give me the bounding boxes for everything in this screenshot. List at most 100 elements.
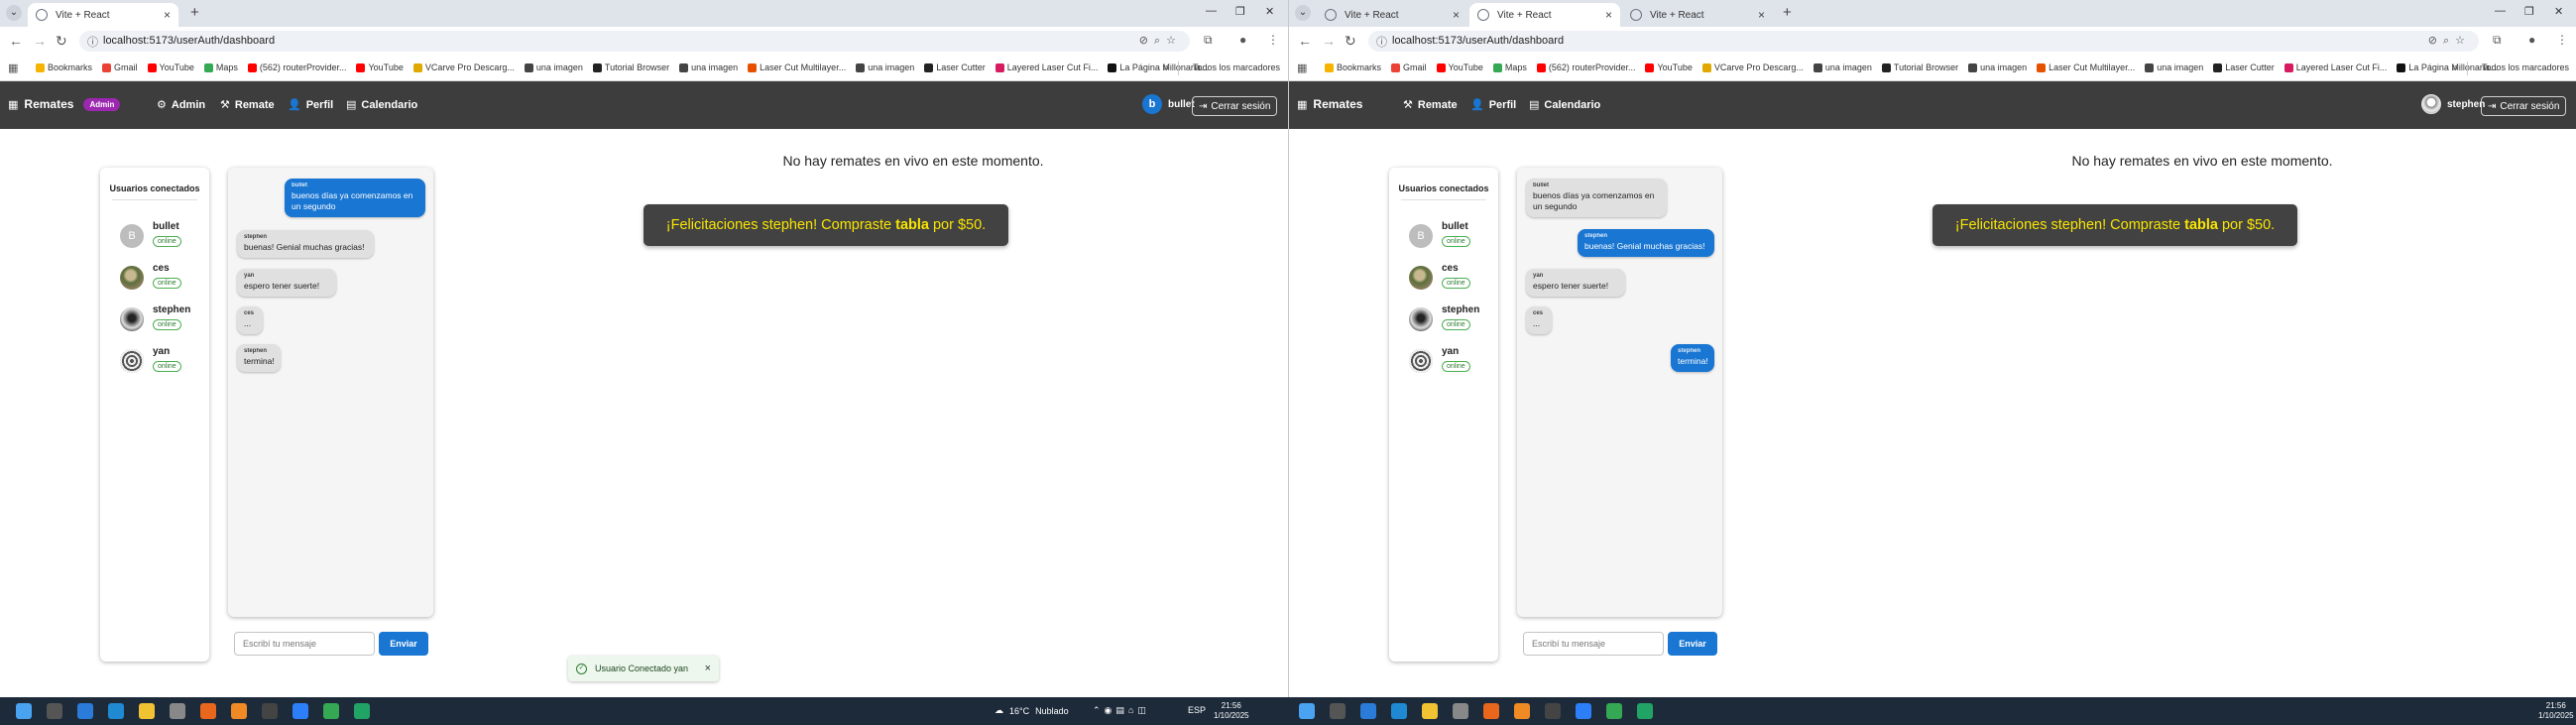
bookmark-item[interactable]: Layered Laser Cut Fi... — [995, 62, 1098, 72]
user-chip[interactable]: b bullet — [1142, 94, 1195, 114]
new-tab-icon[interactable]: + — [1783, 5, 1792, 21]
address-bar[interactable]: ⓘ localhost:5173/userAuth/dashboard ⊘⌕☆ — [1368, 31, 2479, 52]
close-icon[interactable]: × — [1453, 8, 1460, 22]
bookmark-item[interactable]: Gmail — [102, 62, 138, 72]
firefox-icon[interactable] — [200, 703, 216, 719]
bookmark-item[interactable]: una imagen — [1968, 62, 2027, 72]
logout-button[interactable]: ⇥ Cerrar sesión — [2481, 96, 2567, 116]
all-bookmarks-link[interactable]: Todos los marcadores — [2482, 62, 2569, 72]
apps-icon[interactable]: ▦ — [8, 61, 18, 74]
omnibox-actions-icon[interactable]: ⊘⌕☆ — [2428, 34, 2471, 48]
start-icon[interactable] — [16, 703, 32, 719]
minimize-icon[interactable]: — — [2495, 5, 2506, 17]
more-bookmarks-icon[interactable]: » — [1162, 60, 1169, 74]
firefox-icon[interactable] — [1483, 703, 1499, 719]
app-icon[interactable] — [1637, 703, 1653, 719]
clock[interactable]: 21:56 1/10/2025 — [1214, 701, 1249, 721]
nav-admin[interactable]: ⚙ Admin — [157, 98, 205, 112]
bookmark-item[interactable]: Maps — [203, 62, 238, 72]
explorer-icon[interactable] — [139, 703, 155, 719]
minimize-icon[interactable]: — — [1206, 5, 1217, 17]
weather-widget[interactable]: ☁ 16°C Nublado — [995, 705, 1069, 716]
clock[interactable]: 21:56 1/10/2025 — [2538, 701, 2574, 721]
chrome-icon[interactable] — [1606, 703, 1622, 719]
app-icon[interactable] — [231, 703, 247, 719]
back-icon[interactable]: ← — [9, 33, 23, 49]
toast-close-icon[interactable]: × — [705, 663, 711, 674]
extensions-icon[interactable]: ⧉ — [1204, 33, 1213, 48]
extensions-icon[interactable]: ⧉ — [2493, 33, 2502, 48]
message-input[interactable]: Escribí tu mensaje — [234, 632, 375, 656]
nav-remate[interactable]: ⚒ Remate — [220, 98, 275, 112]
profile-icon[interactable]: ● — [1239, 33, 1246, 47]
app-icon[interactable] — [1545, 703, 1561, 719]
store-icon[interactable] — [1453, 703, 1468, 719]
bookmark-item[interactable]: Layered Laser Cut Fi... — [2283, 62, 2387, 72]
app-icon[interactable] — [262, 703, 278, 719]
chrome-icon[interactable] — [323, 703, 339, 719]
task-view-icon[interactable] — [1330, 703, 1346, 719]
bookmark-item[interactable]: VCarve Pro Descarg... — [412, 62, 515, 72]
vscode-icon[interactable] — [1576, 703, 1591, 719]
bookmark-item[interactable]: una imagen — [679, 62, 738, 72]
reload-icon[interactable]: ↻ — [1345, 33, 1356, 49]
tab-search-icon[interactable]: ⌄ — [1295, 5, 1311, 21]
bookmark-item[interactable]: Bookmarks — [36, 62, 92, 72]
browser-tab[interactable]: Vite + React × — [1622, 3, 1773, 27]
vscode-icon[interactable] — [293, 703, 308, 719]
bookmark-item[interactable]: YouTube — [147, 62, 194, 72]
message-input[interactable]: Escribí tu mensaje — [1523, 632, 1664, 656]
copilot-icon[interactable] — [1360, 703, 1376, 719]
explorer-icon[interactable] — [1422, 703, 1438, 719]
bookmark-item[interactable]: YouTube — [356, 62, 404, 72]
window-close-icon[interactable]: ✕ — [2554, 5, 2563, 18]
nav-perfil[interactable]: 👤 Perfil — [1470, 98, 1516, 112]
bookmark-item[interactable]: Laser Cutter — [2213, 62, 2275, 72]
reload-icon[interactable]: ↻ — [56, 33, 67, 49]
address-bar[interactable]: ⓘ localhost:5173/userAuth/dashboard ⊘⌕☆ — [79, 31, 1190, 52]
window-close-icon[interactable]: ✕ — [1265, 5, 1274, 18]
close-icon[interactable]: × — [164, 8, 171, 22]
back-icon[interactable]: ← — [1298, 33, 1312, 49]
forward-icon[interactable]: → — [1322, 33, 1336, 49]
bookmark-item[interactable]: una imagen — [856, 62, 914, 72]
bookmark-item[interactable]: Laser Cutter — [924, 62, 986, 72]
nav-calendario[interactable]: ▤ Calendario — [1529, 98, 1600, 112]
bookmark-item[interactable]: YouTube — [1436, 62, 1483, 72]
system-tray-icon[interactable]: ⌃◉▤⌂◫ — [1093, 705, 1150, 716]
send-button[interactable]: Enviar — [1668, 632, 1717, 656]
user-chip[interactable]: stephen — [2421, 94, 2485, 114]
nav-perfil[interactable]: 👤 Perfil — [288, 98, 333, 112]
more-bookmarks-icon[interactable]: » — [2451, 60, 2458, 74]
store-icon[interactable] — [170, 703, 185, 719]
edge-icon[interactable] — [1391, 703, 1407, 719]
all-bookmarks-link[interactable]: Todos los marcadores — [1193, 62, 1280, 72]
task-view-icon[interactable] — [47, 703, 62, 719]
apps-icon[interactable]: ▦ — [1297, 61, 1307, 74]
maximize-icon[interactable]: ❐ — [2524, 5, 2534, 18]
close-icon[interactable]: × — [1605, 8, 1612, 22]
menu-icon[interactable]: ⋮ — [1267, 33, 1279, 47]
bookmark-item[interactable]: Laser Cut Multilayer... — [2037, 62, 2135, 72]
browser-tab-active[interactable]: Vite + React × — [1469, 3, 1620, 27]
copilot-icon[interactable] — [77, 703, 93, 719]
bookmark-item[interactable]: Tutorial Browser — [1881, 62, 1958, 72]
nav-calendario[interactable]: ▤ Calendario — [346, 98, 417, 112]
edge-icon[interactable] — [108, 703, 124, 719]
new-tab-icon[interactable]: + — [190, 5, 199, 21]
close-icon[interactable]: × — [1758, 8, 1765, 22]
site-info-icon[interactable]: ⓘ — [87, 34, 98, 50]
bookmark-item[interactable]: VCarve Pro Descarg... — [1701, 62, 1804, 72]
tab-search-icon[interactable]: ⌄ — [6, 5, 22, 21]
logout-button[interactable]: ⇥ Cerrar sesión — [1192, 96, 1278, 116]
browser-tab-active[interactable]: Vite + React × — [28, 3, 178, 27]
forward-icon[interactable]: → — [33, 33, 47, 49]
brand[interactable]: ▦ Remates Admin — [8, 97, 121, 111]
app-icon[interactable] — [1514, 703, 1530, 719]
send-button[interactable]: Enviar — [379, 632, 428, 656]
omnibox-actions-icon[interactable]: ⊘⌕☆ — [1139, 34, 1182, 48]
start-icon[interactable] — [1299, 703, 1315, 719]
bookmark-item[interactable]: Maps — [1492, 62, 1527, 72]
browser-tab[interactable]: Vite + React × — [1317, 3, 1467, 27]
bookmark-item[interactable]: Bookmarks — [1325, 62, 1381, 72]
